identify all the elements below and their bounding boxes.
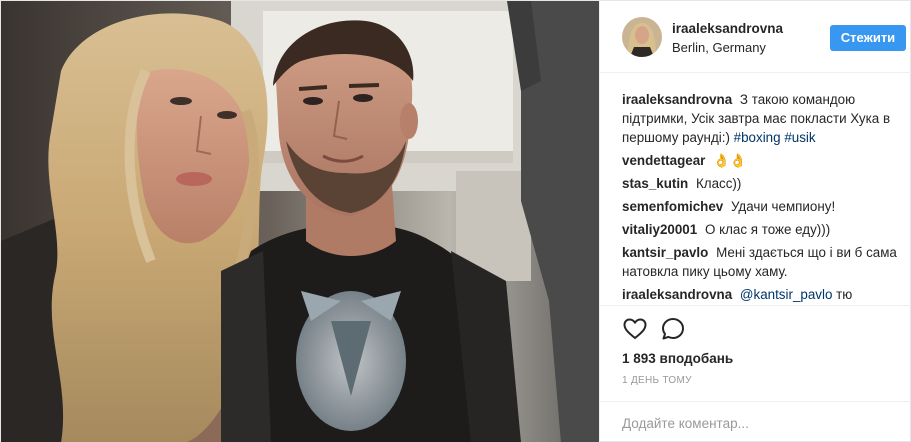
mention-link[interactable]: @kantsir_pavlo xyxy=(740,287,833,302)
comment-text: 👌👌 xyxy=(713,153,747,168)
comment-text: тю xyxy=(836,287,853,302)
comment-bubble-icon[interactable] xyxy=(660,316,686,342)
comment-username[interactable]: vendettagear xyxy=(622,153,705,168)
comment-username[interactable]: vitaliy20001 xyxy=(622,222,697,237)
likes-count[interactable]: 1 893 вподобань xyxy=(622,351,733,366)
comment-item: semenfomichev Удачи чемпиону! xyxy=(622,197,897,216)
comment-text: Класс)) xyxy=(695,176,742,191)
comment-username[interactable]: kantsir_pavlo xyxy=(622,245,708,260)
comment-item: iraaleksandrovna З такою командою підтри… xyxy=(622,90,897,147)
post-header: iraaleksandrovna Berlin, Germany Стежити xyxy=(600,1,911,73)
comment-username[interactable]: semenfomichev xyxy=(622,199,723,214)
comment-input[interactable] xyxy=(622,414,892,432)
hashtag-link[interactable]: #usik xyxy=(784,130,815,145)
avatar-image xyxy=(622,17,662,57)
comment-username[interactable]: iraaleksandrovna xyxy=(622,287,732,302)
instagram-post: iraaleksandrovna Berlin, Germany Стежити… xyxy=(0,0,911,442)
comment-username[interactable]: stas_kutin xyxy=(622,176,688,191)
selfie-image xyxy=(1,1,599,442)
post-timestamp[interactable]: 1 ДЕНЬ ТОМУ xyxy=(622,375,692,386)
comment-item: iraaleksandrovna @kantsir_pavlo тю xyxy=(622,285,897,304)
post-location[interactable]: Berlin, Germany xyxy=(672,40,766,55)
comment-text: О клас я тоже еду))) xyxy=(704,222,831,237)
comment-item: vitaliy20001 О клас я тоже еду))) xyxy=(622,220,897,239)
comment-username[interactable]: iraaleksandrovna xyxy=(622,92,732,107)
post-author-username[interactable]: iraaleksandrovna xyxy=(672,21,783,36)
comment-item: vendettagear 👌👌 xyxy=(622,151,897,170)
heart-icon[interactable] xyxy=(622,316,648,342)
avatar[interactable] xyxy=(622,17,662,57)
comment-text: Удачи чемпиону! xyxy=(730,199,836,214)
comment-item: stas_kutin Класс)) xyxy=(622,174,897,193)
comments-list: iraaleksandrovna З такою командою підтри… xyxy=(600,73,911,305)
post-sidebar: iraaleksandrovna Berlin, Germany Стежити… xyxy=(599,1,911,442)
post-photo[interactable] xyxy=(1,1,599,442)
post-actions: 1 893 вподобань xyxy=(600,305,911,375)
comment-item: kantsir_pavlo Мені здається що і ви б са… xyxy=(622,243,897,281)
follow-button[interactable]: Стежити xyxy=(830,25,906,51)
hashtag-link[interactable]: #boxing xyxy=(734,130,781,145)
add-comment-section xyxy=(600,401,911,442)
